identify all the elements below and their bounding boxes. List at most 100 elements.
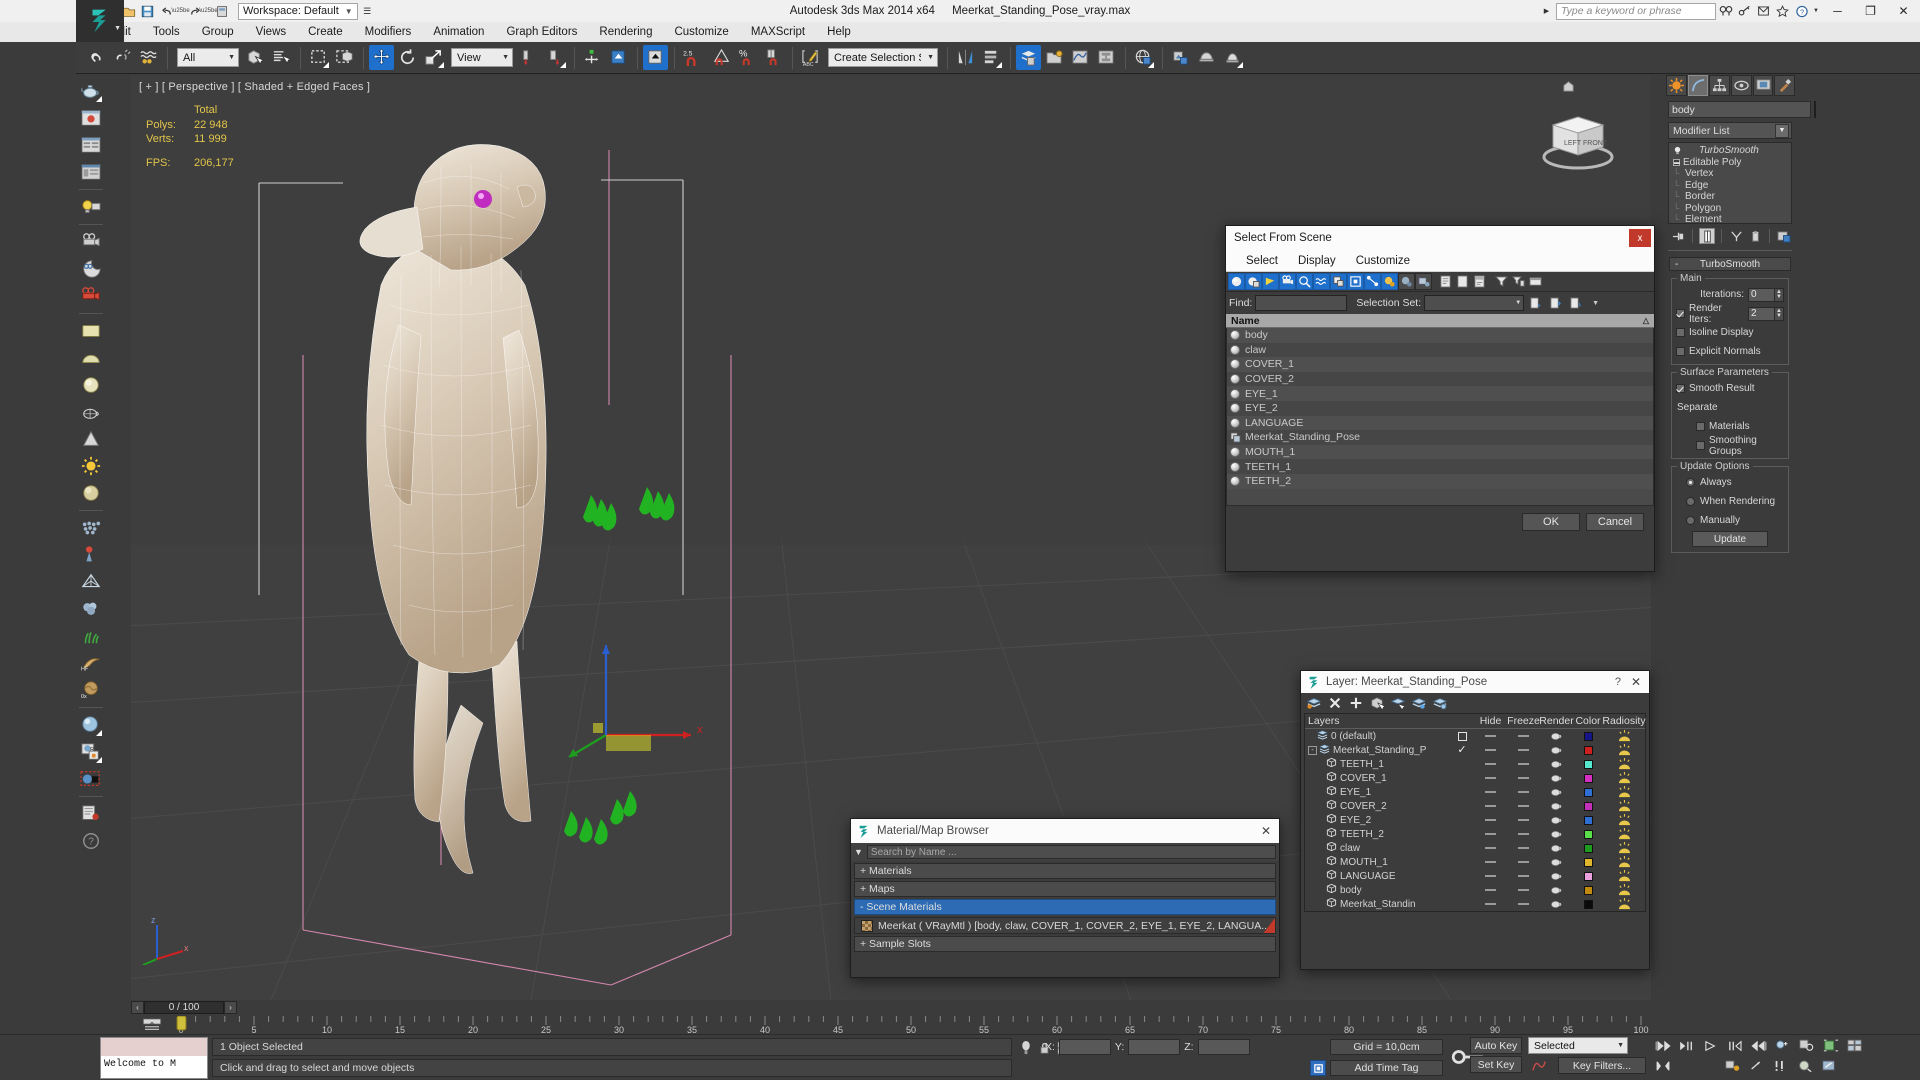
object-color-swatch[interactable] <box>1814 101 1816 118</box>
layer-name-cell[interactable]: COVER_1 <box>1305 771 1450 785</box>
rollout-header[interactable]: - TurboSmooth <box>1669 257 1791 271</box>
layer-freeze-cell[interactable] <box>1507 819 1540 821</box>
camera-icon[interactable] <box>78 229 104 255</box>
percent-snap-toggle-icon[interactable]: % <box>735 45 760 70</box>
layer-freeze-cell[interactable] <box>1507 805 1540 807</box>
select-and-rotate-icon[interactable] <box>395 45 420 70</box>
layer-radiosity-cell[interactable] <box>1603 800 1645 812</box>
window-crossing-selection-icon[interactable] <box>332 45 357 70</box>
unlink-selection-icon[interactable] <box>110 45 135 70</box>
layer-row[interactable]: LANGUAGE <box>1305 869 1645 883</box>
zoom-region-icon[interactable] <box>1772 1037 1794 1054</box>
x-field[interactable] <box>1058 1039 1111 1055</box>
select-and-scale-icon[interactable] <box>421 45 446 70</box>
curve-editor-icon[interactable] <box>1068 45 1093 70</box>
layer-color-cell[interactable] <box>1573 857 1603 867</box>
menu-item-select[interactable]: Select <box>1236 255 1288 267</box>
render-iters-input[interactable] <box>1748 306 1775 321</box>
layer-color-cell[interactable] <box>1573 731 1603 741</box>
layer-radiosity-cell[interactable] <box>1603 772 1645 784</box>
separate-materials-checkbox[interactable] <box>1696 422 1705 431</box>
section-sample-slots[interactable]: + Sample Slots <box>854 936 1276 952</box>
layer-name-cell[interactable]: body <box>1305 883 1450 897</box>
update-option-when-rendering[interactable]: When Rendering <box>1676 494 1784 509</box>
list-item[interactable]: claw <box>1227 342 1653 358</box>
layer-hide-cell[interactable] <box>1474 875 1507 877</box>
pan-view-icon[interactable] <box>1722 1057 1744 1074</box>
display-frozen-icon[interactable] <box>1381 273 1398 290</box>
layer-render-cell[interactable] <box>1540 871 1573 881</box>
tab-hierarchy[interactable] <box>1709 75 1731 96</box>
layer-radiosity-cell[interactable] <box>1603 884 1645 896</box>
list-item[interactable]: EYE_1 <box>1227 386 1653 401</box>
point-helper-icon[interactable] <box>78 542 104 568</box>
key-mode-toggle-small-icon[interactable] <box>1652 1057 1674 1074</box>
key-mode-toggle-icon[interactable] <box>1450 1039 1484 1064</box>
modifier-stack[interactable]: TurboSmooth ▬ Editable Poly └ Vertex └ Edg… <box>1668 142 1792 224</box>
menu-item-views[interactable]: Views <box>245 22 297 42</box>
ok-button[interactable]: OK <box>1522 513 1580 531</box>
help-icon[interactable]: ? <box>1615 676 1631 688</box>
select-object-icon[interactable] <box>243 45 268 70</box>
key-mode-dropdown[interactable]: Selected ▼ <box>1528 1037 1628 1054</box>
filter-settings-icon[interactable] <box>1510 273 1527 290</box>
layer-freeze-cell[interactable] <box>1507 749 1540 751</box>
teapot-object-icon[interactable] <box>78 78 104 104</box>
close-icon[interactable]: x <box>1629 229 1651 247</box>
use-selection-center-icon[interactable] <box>543 45 568 70</box>
make-unique-icon[interactable] <box>1728 228 1744 244</box>
menu-item-tools[interactable]: Tools <box>142 22 191 42</box>
previous-frame-icon[interactable] <box>1676 1037 1698 1054</box>
render-production-icon[interactable] <box>1220 45 1245 70</box>
menu-item-help[interactable]: Help <box>816 22 862 42</box>
layer-color-cell[interactable] <box>1573 787 1603 797</box>
layer-name-cell[interactable]: 0 (default) <box>1305 729 1450 743</box>
hemisphere-primitive-icon[interactable] <box>78 345 104 371</box>
render-settings-panel-icon[interactable] <box>78 132 104 158</box>
material-sphere-icon[interactable] <box>78 712 104 738</box>
section-scene-materials[interactable]: - Scene Materials <box>854 899 1276 915</box>
toggle-outline-icon[interactable] <box>1471 273 1488 290</box>
layer-render-cell[interactable] <box>1540 773 1573 783</box>
layer-current-marker[interactable]: ✓ <box>1450 744 1474 756</box>
material-editor-world-icon[interactable] <box>1131 45 1156 70</box>
render-iters-spinner[interactable]: ▲▼ <box>1748 306 1784 321</box>
tab-motion[interactable] <box>1731 75 1752 96</box>
selection-set-menu-icon[interactable]: ▼ <box>1587 295 1604 312</box>
layer-row[interactable]: TEETH_2 <box>1305 827 1645 841</box>
section-materials[interactable]: + Materials <box>854 863 1276 879</box>
hair-object-0x-icon[interactable]: 0x <box>78 677 104 703</box>
tab-modify[interactable] <box>1687 75 1709 96</box>
selection-filter-dropdown[interactable]: All ▼ <box>177 48 239 67</box>
physical-camera-icon[interactable] <box>78 283 104 309</box>
z-field[interactable] <box>1197 1039 1250 1055</box>
minimize-button[interactable]: ─ <box>1821 0 1854 22</box>
layer-name-cell[interactable]: MOUTH_1 <box>1305 855 1450 869</box>
timeline-ruler[interactable]: 0510152025303540455055606570758085909510… <box>171 1016 1651 1034</box>
sphere-gizmo-icon[interactable] <box>78 480 104 506</box>
layer-freeze-cell[interactable] <box>1507 735 1540 737</box>
material-map-browser-dialog[interactable]: Material/Map Browser ✕ ▼ Search by Name … <box>850 818 1280 978</box>
menu-item-graph-editors[interactable]: Graph Editors <box>495 22 588 42</box>
layer-color-cell[interactable] <box>1573 829 1603 839</box>
layer-manager-dialog[interactable]: Layer: Meerkat_Standing_Pose ? ✕ Layers … <box>1300 670 1650 970</box>
layer-row[interactable]: MOUTH_1 <box>1305 855 1645 869</box>
named-selection-set-input[interactable]: Create Selection Se ▼ <box>828 48 938 67</box>
display-groups-icon[interactable] <box>1330 273 1347 290</box>
layer-radiosity-cell[interactable] <box>1603 856 1645 868</box>
scene-explorer-icon[interactable] <box>1042 45 1067 70</box>
layer-name-cell[interactable]: Meerkat_Standin <box>1305 897 1450 911</box>
menu-item-maxscript[interactable]: MAXScript <box>740 22 816 42</box>
application-menu-button[interactable]: ▼ <box>76 0 124 42</box>
menu-item-create[interactable]: Create <box>297 22 354 42</box>
y-field[interactable] <box>1128 1039 1181 1055</box>
menu-item-display[interactable]: Display <box>1288 255 1346 267</box>
schematic-view-icon[interactable] <box>1094 45 1119 70</box>
filter-icon[interactable] <box>1493 273 1510 290</box>
layer-current-marker[interactable] <box>1450 731 1474 741</box>
layer-color-cell[interactable] <box>1573 871 1603 881</box>
open-mini-curve-editor-icon[interactable] <box>131 1016 173 1034</box>
layer-render-cell[interactable] <box>1540 857 1573 867</box>
expander-icon[interactable]: - <box>1308 745 1317 755</box>
layer-render-cell[interactable] <box>1540 759 1573 769</box>
